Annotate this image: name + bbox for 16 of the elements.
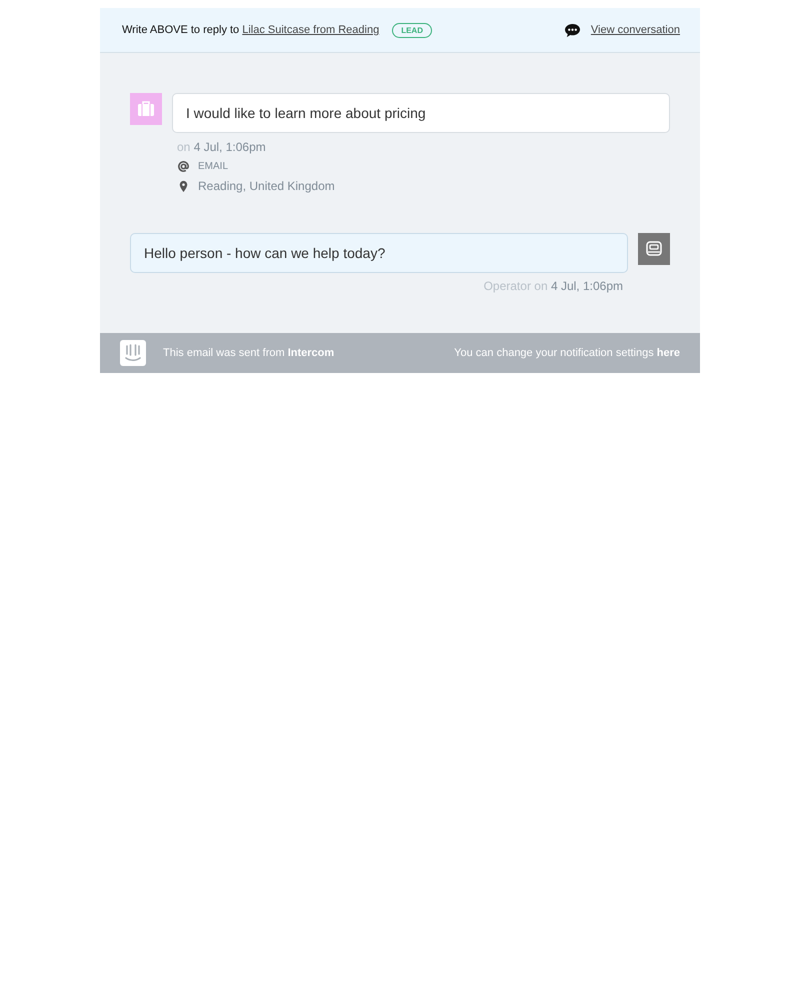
location-text: Reading, United Kingdom: [198, 179, 335, 193]
notification-settings-text: You can change your notification settings: [454, 347, 654, 359]
contact-link[interactable]: Lilac Suitcase from Reading: [242, 24, 380, 36]
sent-from-text: This email was sent from Intercom: [163, 347, 334, 359]
message-bubble: I would like to learn more about pricing: [172, 93, 670, 133]
chat-bubble-icon: [564, 22, 581, 38]
message-bubble: Hello person - how can we help today?: [130, 233, 628, 273]
at-sign-icon: [177, 160, 190, 173]
intercom-logo-icon: [120, 340, 146, 366]
operator-avatar-icon: [638, 233, 670, 265]
suitcase-avatar-icon: [130, 93, 162, 125]
reply-instruction: Write ABOVE to reply to Lilac Suitcase from Reading: [122, 24, 380, 36]
lead-badge: LEAD: [392, 22, 432, 38]
email-label: EMAIL: [198, 161, 228, 172]
view-conversation-link[interactable]: View conversation: [590, 24, 680, 36]
location-pin-icon: [177, 180, 190, 192]
